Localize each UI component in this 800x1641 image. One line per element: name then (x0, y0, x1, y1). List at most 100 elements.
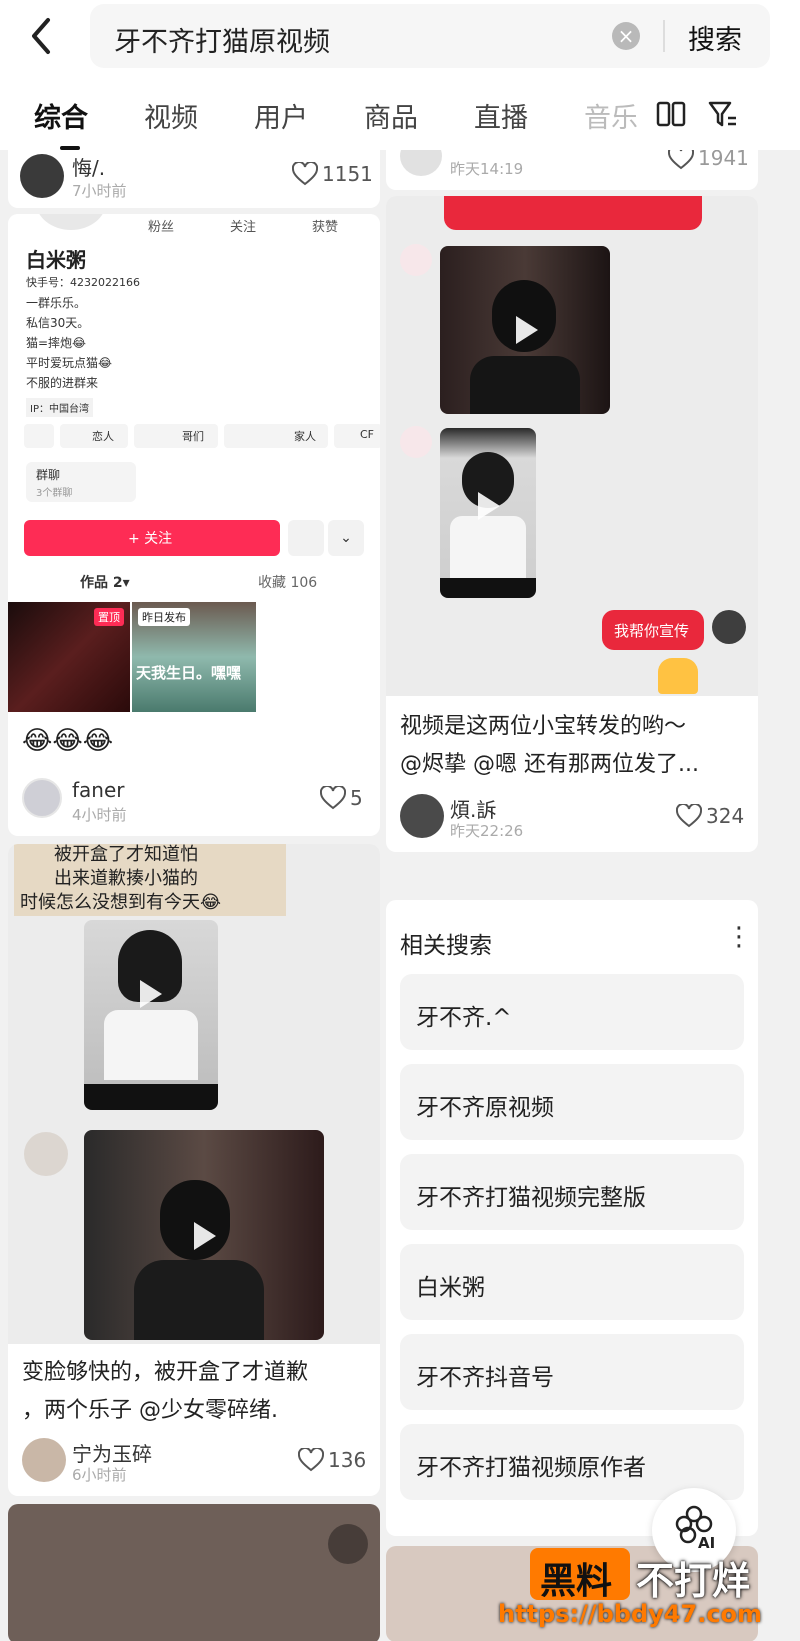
watermark-brand: 黑料 (540, 1561, 613, 1602)
figure-body (470, 356, 580, 414)
video-post-card[interactable] (8, 1504, 380, 1641)
chat-bubble: 我帮你宣传 (602, 610, 704, 650)
like-count: 5 (350, 786, 363, 810)
related-title: 相关搜索 (400, 933, 492, 959)
post-time: 6小时前 (72, 1466, 127, 1484)
chat-post-card[interactable]: 我帮你宣传 视频是这两位小宝转发的哟～ @烬挚 @嗯 还有那两位发了... 煩.… (386, 196, 758, 852)
chevron-down-icon: ⌄ (328, 520, 364, 556)
profile-avatar (36, 214, 106, 230)
pinned-badge: 置顶 (94, 608, 124, 626)
search-divider (663, 20, 665, 52)
post-caption: ，两个乐子 @少女零碎绪. (22, 1398, 278, 1423)
related-search-item[interactable]: 牙不齐抖音号 (400, 1334, 744, 1410)
heart-icon[interactable] (668, 150, 694, 170)
watermark-slogan: 不打烊 (636, 1559, 751, 1603)
avatar (24, 1132, 68, 1176)
stat-fans-label: 粉丝 (148, 220, 175, 235)
ip-location: IP：中国台湾 (26, 398, 93, 417)
praying-hands-emoji (658, 658, 698, 694)
post-card-footer[interactable]: 昨天14:19 1941 (386, 150, 758, 190)
bio-line: 平时爱玩点猫😂 (26, 356, 113, 370)
avatar[interactable] (22, 1438, 66, 1482)
avatar[interactable] (22, 778, 62, 818)
author-name: 煩.訴 (450, 798, 497, 822)
heart-icon[interactable] (320, 786, 346, 810)
tab-general[interactable]: 综合 (34, 96, 88, 135)
caption-emoji: 😂😂😂 (22, 726, 114, 756)
related-search-item[interactable]: 白米粥 (400, 1244, 744, 1320)
related-search-item[interactable]: 牙不齐原视频 (400, 1064, 744, 1140)
follow-button: + 关注 (24, 520, 280, 556)
tab-music[interactable]: 音乐 (584, 96, 640, 135)
author-name: 悔/. (72, 156, 106, 180)
like-count: 136 (328, 1448, 367, 1472)
group-chip: CF (334, 424, 380, 448)
heart-icon[interactable] (292, 162, 318, 186)
post-card-footer[interactable]: 悔/. 7小时前 1151 (8, 150, 380, 208)
group-chip: 家人 (224, 424, 328, 448)
result-tabs: 综合 视频 用户 商品 直播 音乐 (0, 96, 800, 150)
collect-tab: 收藏 106 (258, 575, 318, 591)
clear-icon[interactable]: × (612, 22, 640, 50)
avatar (400, 426, 432, 458)
tab-goods[interactable]: 商品 (364, 96, 418, 135)
like-count: 324 (706, 804, 745, 828)
bio-line: 不服的进群来 (26, 376, 99, 390)
search-input[interactable]: 牙不齐打猫原视频 × 搜索 (90, 4, 770, 68)
play-icon (140, 980, 162, 1008)
post-time: 7小时前 (72, 182, 127, 200)
works-tab: 作品 2▾ (80, 575, 130, 591)
figure-body (450, 516, 526, 578)
watermark-brand-box: 黑料 (530, 1548, 630, 1602)
avatar[interactable] (400, 794, 444, 838)
tab-user[interactable]: 用户 (254, 96, 308, 135)
post-time: 昨天22:26 (450, 822, 524, 840)
layout-toggle-icon[interactable] (656, 100, 686, 128)
share-icon (288, 520, 324, 556)
author-name: 宁为玉碎 (72, 1442, 152, 1466)
add-friend-icon (24, 424, 54, 448)
play-button[interactable] (328, 1524, 368, 1564)
figure-body (104, 1010, 198, 1080)
profile-id: 快手号：4232022166 (26, 276, 140, 289)
avatar (712, 610, 746, 644)
bio-line: 猫=摔炮😂 (26, 336, 87, 350)
back-arrow-icon[interactable] (22, 14, 66, 58)
top-bar: 牙不齐打猫原视频 × 搜索 综合 视频 用户 商品 直播 音乐 (0, 0, 800, 150)
video-thumbnail (440, 428, 536, 598)
profile-post-card[interactable]: 粉丝 关注 获赞 白米粥 快手号：4232022166 一群乐乐。 私信30天。… (8, 214, 380, 836)
like-count: 1941 (698, 150, 749, 170)
like-count: 1151 (322, 162, 373, 186)
stat-likes-label: 获赞 (312, 220, 339, 235)
video-thumbnail: 昨日发布 天我生日。嘿嘿 (132, 602, 256, 712)
group-chip: 哥们 (134, 424, 218, 448)
search-query: 牙不齐打猫原视频 (114, 27, 330, 58)
post-caption: 变脸够快的，被开盒了才道歉 (22, 1360, 309, 1385)
video-post-card[interactable]: 被开盒了才知道怕 出来道歉揍小猫的 时候怎么没想到有今天😂 变脸够快的，被开盒了… (8, 844, 380, 1496)
tab-live[interactable]: 直播 (474, 96, 528, 135)
related-search-item[interactable]: 牙不齐.^ (400, 974, 744, 1050)
heart-icon[interactable] (676, 804, 702, 828)
video-thumbnail (84, 920, 218, 1110)
heart-icon[interactable] (298, 1448, 324, 1472)
video-thumbnail (84, 1130, 324, 1340)
yesterday-badge: 昨日发布 (138, 608, 190, 626)
avatar (400, 244, 432, 276)
post-time: 4小时前 (72, 806, 127, 824)
search-button[interactable]: 搜索 (688, 18, 742, 57)
tab-video[interactable]: 视频 (144, 96, 198, 135)
search-results-page: 牙不齐打猫原视频 × 搜索 综合 视频 用户 商品 直播 音乐 悔/. 7小时前… (0, 0, 800, 1641)
video-thumbnail: 置顶 (8, 602, 130, 712)
avatar[interactable] (20, 154, 64, 198)
figure-body (134, 1260, 264, 1340)
avatar[interactable] (400, 150, 442, 176)
group-chat-box: 群聊 3个群聊 (26, 462, 136, 502)
play-icon (194, 1222, 216, 1250)
profile-screenshot: 粉丝 关注 获赞 白米粥 快手号：4232022166 一群乐乐。 私信30天。… (8, 214, 380, 604)
related-search-item[interactable]: 牙不齐打猫视频完整版 (400, 1154, 744, 1230)
bio-line: 私信30天。 (26, 316, 90, 330)
filter-icon[interactable] (708, 100, 738, 128)
post-caption: 视频是这两位小宝转发的哟～ (400, 714, 687, 739)
more-icon[interactable]: ⋮ (726, 922, 752, 952)
post-time: 昨天14:19 (450, 160, 524, 178)
